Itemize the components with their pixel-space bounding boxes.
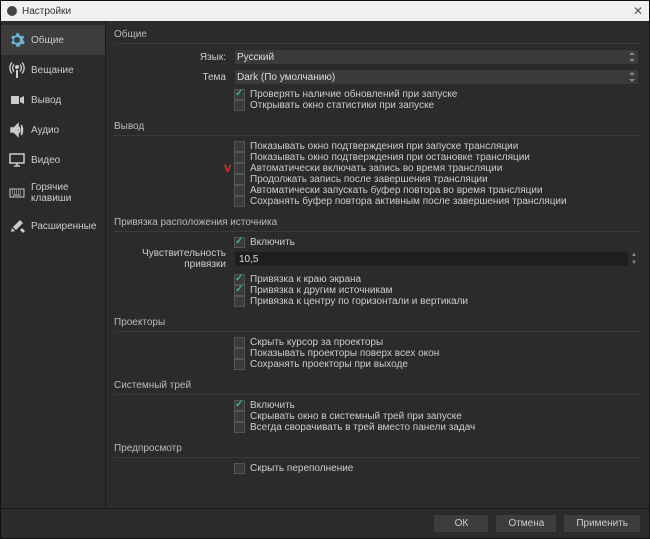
check-updates-checkbox[interactable]: [234, 89, 245, 100]
snap-sources-label: Привязка к другим источникам: [250, 285, 393, 296]
apply-button[interactable]: Применить: [563, 514, 641, 533]
antenna-icon: [9, 62, 25, 78]
group-general: Общие Язык: Русский Тема Dark (По умолча…: [114, 27, 639, 111]
group-title: Системный трей: [114, 378, 639, 393]
tray-enable-checkbox[interactable]: [234, 400, 245, 411]
ok-button[interactable]: ОК: [433, 514, 489, 533]
keep-replay-checkbox[interactable]: [234, 196, 245, 207]
snap-enable-checkbox[interactable]: [234, 237, 245, 248]
snap-sources-checkbox[interactable]: [234, 285, 245, 296]
auto-record-checkbox[interactable]: [234, 163, 245, 174]
group-snap: Привязка расположения источника Включить…: [114, 215, 639, 307]
sidebar-item-label: Общие: [31, 35, 64, 46]
sidebar-item-label: Вещание: [31, 65, 74, 76]
spin-up-icon[interactable]: ▲: [629, 251, 639, 259]
tray-hide-label: Скрывать окно в системный трей при запус…: [250, 411, 462, 422]
group-title: Проекторы: [114, 315, 639, 330]
group-preview: Предпросмотр Скрыть переполнение: [114, 441, 639, 474]
language-label: Язык:: [114, 52, 234, 63]
sidebar-item-video[interactable]: Видео: [1, 145, 105, 175]
monitor-icon: [9, 152, 25, 168]
output-icon: [9, 92, 25, 108]
spin-down-icon[interactable]: ▼: [629, 259, 639, 267]
auto-record-label: Автоматически включать запись во время т…: [250, 163, 502, 174]
content-pane: Общие Язык: Русский Тема Dark (По умолча…: [106, 21, 649, 508]
audio-icon: [9, 122, 25, 138]
keep-replay-label: Сохранять буфер повтора активным после з…: [250, 196, 567, 207]
group-title: Общие: [114, 27, 639, 42]
hide-cursor-label: Скрыть курсор за проекторы: [250, 337, 383, 348]
hide-cursor-checkbox[interactable]: [234, 337, 245, 348]
group-output: Вывод Показывать окно подтверждения при …: [114, 119, 639, 207]
save-exit-label: Сохранять проекторы при выходе: [250, 359, 408, 370]
close-icon[interactable]: ✕: [633, 4, 643, 18]
sidebar-item-hotkeys[interactable]: Горячие клавиши: [1, 175, 105, 211]
confirm-stop-label: Показывать окно подтверждения при остано…: [250, 152, 530, 163]
auto-replay-checkbox[interactable]: [234, 185, 245, 196]
group-projectors: Проекторы Скрыть курсор за проекторы Пок…: [114, 315, 639, 370]
app-icon: [7, 6, 17, 16]
sidebar-item-audio[interactable]: Аудио: [1, 115, 105, 145]
sidebar-item-label: Вывод: [31, 95, 61, 106]
sidebar-item-label: Видео: [31, 155, 60, 166]
group-title: Предпросмотр: [114, 441, 639, 456]
sidebar-item-general[interactable]: Общие: [1, 25, 105, 55]
window-title: Настройки: [22, 6, 71, 17]
always-top-checkbox[interactable]: [234, 348, 245, 359]
continue-record-checkbox[interactable]: [234, 174, 245, 185]
continue-record-label: Продолжать запись после завершения транс…: [250, 174, 488, 185]
auto-replay-label: Автоматически запускать буфер повтора во…: [250, 185, 543, 196]
gear-icon: [9, 32, 25, 48]
keyboard-icon: [9, 185, 25, 201]
group-title: Привязка расположения источника: [114, 215, 639, 230]
save-exit-checkbox[interactable]: [234, 359, 245, 370]
footer: ОК Отмена Применить: [1, 508, 649, 538]
sidebar-item-label: Расширенные: [31, 221, 96, 232]
theme-label: Тема: [114, 72, 234, 83]
sidebar-item-stream[interactable]: Вещание: [1, 55, 105, 85]
sidebar-item-label: Аудио: [31, 125, 59, 136]
sidebar: Общие Вещание Вывод Аудио Видео Горячие …: [1, 21, 106, 508]
open-stats-label: Открывать окно статистики при запуске: [250, 100, 434, 111]
snap-edge-label: Привязка к краю экрана: [250, 274, 361, 285]
tray-hide-checkbox[interactable]: [234, 411, 245, 422]
always-top-label: Показывать проекторы поверх всех окон: [250, 348, 439, 359]
snap-sens-input[interactable]: [234, 251, 629, 267]
snap-center-checkbox[interactable]: [234, 296, 245, 307]
group-tray: Системный трей Включить Скрывать окно в …: [114, 378, 639, 433]
sidebar-item-output[interactable]: Вывод: [1, 85, 105, 115]
confirm-start-label: Показывать окно подтверждения при запуск…: [250, 141, 518, 152]
cancel-button[interactable]: Отмена: [495, 514, 557, 533]
sidebar-item-label: Горячие клавиши: [31, 182, 97, 204]
snap-sens-label: Чувствительность привязки: [114, 248, 234, 270]
confirm-start-checkbox[interactable]: [234, 141, 245, 152]
group-title: Вывод: [114, 119, 639, 134]
confirm-stop-checkbox[interactable]: [234, 152, 245, 163]
language-select[interactable]: Русский: [234, 49, 639, 65]
titlebar: Настройки ✕: [1, 1, 649, 21]
hide-overflow-label: Скрыть переполнение: [250, 463, 353, 474]
hide-overflow-checkbox[interactable]: [234, 463, 245, 474]
sidebar-item-advanced[interactable]: Расширенные: [1, 211, 105, 241]
theme-select[interactable]: Dark (По умолчанию): [234, 69, 639, 85]
marker-icon: V: [224, 163, 231, 175]
check-updates-label: Проверять наличие обновлений при запуске: [250, 89, 457, 100]
tray-min-label: Всегда сворачивать в трей вместо панели …: [250, 422, 475, 433]
tray-enable-label: Включить: [250, 400, 295, 411]
open-stats-checkbox[interactable]: [234, 100, 245, 111]
tray-min-checkbox[interactable]: [234, 422, 245, 433]
snap-center-label: Привязка к центру по горизонтали и верти…: [250, 296, 468, 307]
snap-enable-label: Включить: [250, 237, 295, 248]
tools-icon: [9, 218, 25, 234]
